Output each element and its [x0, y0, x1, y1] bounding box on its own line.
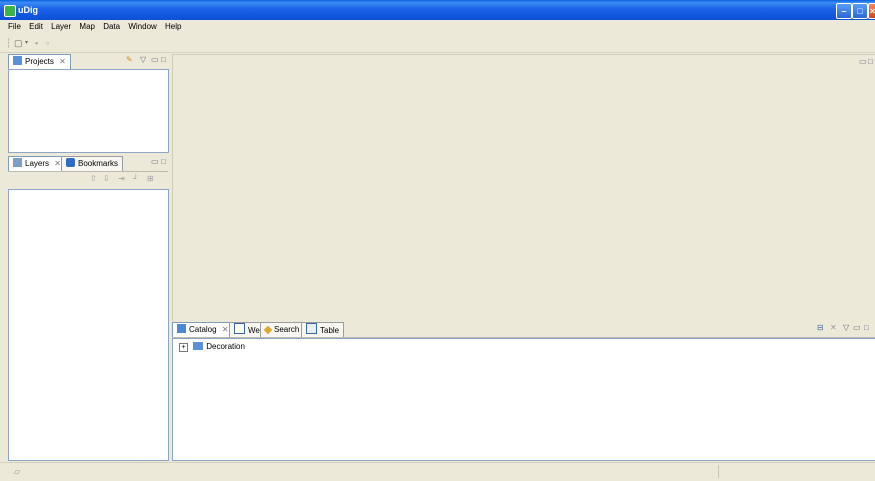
maximize-view-icon[interactable]: □: [864, 323, 869, 332]
layers-icon: [13, 158, 22, 167]
bookmarks-icon: [66, 158, 75, 167]
menu-window[interactable]: Window: [128, 20, 156, 34]
close-icon[interactable]: ✕: [222, 325, 229, 334]
tab-search[interactable]: Search: [260, 322, 305, 337]
title-bar: uDig – □ ×: [0, 0, 875, 20]
menu-edit[interactable]: Edit: [29, 20, 43, 34]
app-icon: [4, 5, 16, 17]
table-icon: [306, 323, 317, 334]
tree-item-label: Decoration: [206, 342, 245, 351]
menu-data[interactable]: Data: [103, 20, 120, 34]
add-layer-icon[interactable]: ⊞: [147, 174, 154, 183]
layers-panel[interactable]: [8, 189, 169, 461]
tab-catalog-label: Catalog: [189, 325, 217, 334]
tab-bookmarks[interactable]: Bookmarks: [61, 156, 124, 171]
tab-table-label: Table: [320, 326, 340, 335]
minimize-view-icon[interactable]: ▭: [853, 323, 861, 332]
projects-icon: [13, 56, 22, 65]
projects-tabbar: Projects ✕ ✎ ▽ ▭ □: [8, 53, 168, 70]
edit-icon[interactable]: ✎: [126, 55, 133, 64]
menu-layer[interactable]: Layer: [51, 20, 71, 34]
minimize-button[interactable]: –: [836, 3, 852, 19]
close-icon[interactable]: ✕: [59, 57, 66, 66]
menu-map[interactable]: Map: [79, 20, 95, 34]
tab-projects-label: Projects: [25, 57, 54, 66]
layers-toolbar: ⇧ ⇩ ⇥ ┘ ⊞: [8, 172, 168, 188]
menu-bar: File Edit Layer Map Data Window Help: [0, 20, 875, 34]
window-title: uDig: [18, 5, 38, 15]
search-icon: [263, 325, 273, 335]
catalog-tabbar: Catalog ✕ Web Search Table ⊟ ✕ ▽ ▭ □: [172, 321, 875, 338]
tab-layers-label: Layers: [25, 159, 50, 168]
save-icon[interactable]: ▪: [35, 38, 45, 48]
web-icon: [234, 323, 245, 334]
move-up-icon[interactable]: ⇧: [90, 174, 97, 183]
move-down-icon[interactable]: ⇩: [103, 174, 110, 183]
import-icon[interactable]: ⊟: [817, 323, 824, 332]
catalog-icon: [177, 324, 186, 333]
menu-file[interactable]: File: [8, 20, 21, 34]
view-menu-icon[interactable]: ▽: [140, 55, 146, 64]
minimize-view-icon[interactable]: ▭: [151, 55, 159, 64]
maximize-view-icon[interactable]: □: [161, 55, 166, 64]
maximize-button[interactable]: □: [852, 3, 868, 19]
layers-tabbar: Layers ✕ Bookmarks ▭ □: [8, 155, 168, 172]
tree-expander[interactable]: +: [179, 343, 188, 352]
close-icon[interactable]: ✕: [54, 159, 61, 168]
view-menu-icon[interactable]: ▽: [843, 323, 849, 332]
maximize-view-icon[interactable]: □: [868, 57, 873, 66]
remove-icon[interactable]: ✕: [830, 323, 837, 332]
folder-icon: [193, 342, 204, 350]
new-icon[interactable]: ▢: [14, 38, 24, 48]
toolbar: ┆ ▢ ▾ ▪ ▫: [0, 34, 875, 53]
menu-help[interactable]: Help: [165, 20, 181, 34]
tree-item[interactable]: + Decoration: [179, 341, 245, 353]
projects-panel[interactable]: [8, 69, 169, 153]
close-button[interactable]: ×: [868, 3, 875, 19]
chevron-down-icon[interactable]: ▾: [25, 38, 35, 48]
tab-search-label: Search: [274, 325, 300, 334]
catalog-panel[interactable]: + Decoration: [172, 338, 875, 461]
tab-table[interactable]: Table: [301, 322, 345, 337]
tab-bookmarks-label: Bookmarks: [78, 159, 119, 168]
minimize-view-icon[interactable]: ▭: [859, 57, 867, 66]
tab-projects[interactable]: Projects ✕: [8, 54, 71, 69]
status-bar: ▱: [0, 462, 875, 481]
minimize-view-icon[interactable]: ▭: [151, 157, 159, 166]
status-divider: [718, 465, 719, 478]
tab-catalog[interactable]: Catalog ✕: [172, 322, 234, 337]
print-icon[interactable]: ▫: [46, 38, 56, 48]
link-icon[interactable]: ⇥: [118, 174, 125, 183]
tab-layers[interactable]: Layers ✕: [8, 156, 66, 171]
map-editor-area[interactable]: ▭ □: [172, 54, 875, 322]
remove-layer-icon[interactable]: ┘: [133, 174, 139, 183]
fast-view-icon[interactable]: ▱: [14, 467, 20, 476]
maximize-view-icon[interactable]: □: [161, 157, 166, 166]
